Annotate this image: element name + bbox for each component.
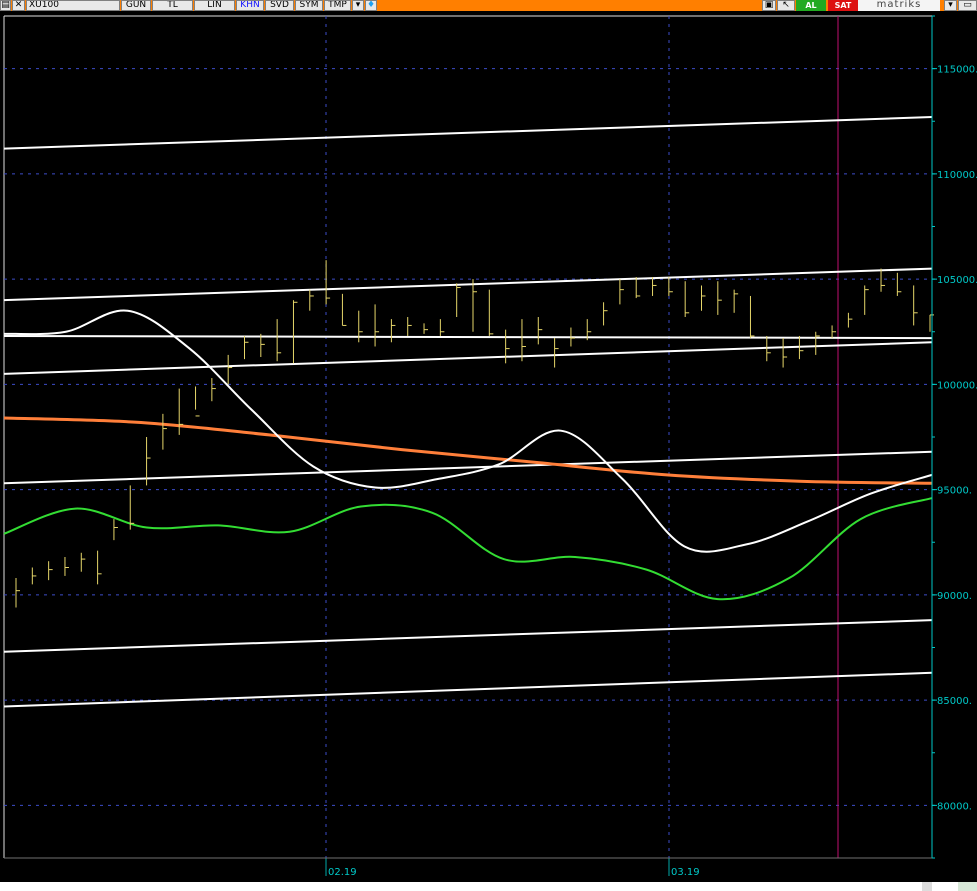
svd-button[interactable]: SVD: [265, 0, 294, 11]
y-tick-label: 90000.: [937, 591, 972, 602]
tmp-button[interactable]: TMP: [324, 0, 351, 11]
y-tick-label: 80000.: [937, 801, 972, 812]
khn-button[interactable]: KHN: [236, 0, 264, 11]
refresh-icon[interactable]: [958, 882, 977, 891]
y-tick-label: 105000.: [937, 275, 977, 286]
x-tick-label: 02.19: [328, 867, 357, 878]
price-chart[interactable]: 115000. 110000. 105000. 100000. 95000. 90000.…: [0, 11, 977, 882]
maximize-icon[interactable]: ▭: [958, 0, 977, 11]
x-tick-label: 03.19: [671, 867, 700, 878]
sym-button[interactable]: SYM: [295, 0, 323, 11]
y-tick-label: 115000.: [937, 65, 977, 76]
brand-logo: matriks: [858, 0, 940, 11]
menu-icon[interactable]: ▤: [0, 0, 11, 11]
currency-button[interactable]: TL: [152, 0, 193, 11]
cursor-icon[interactable]: ↖: [777, 0, 795, 11]
y-tick-label: 100000.: [937, 380, 977, 391]
toolbar: ▤ ✕ XU100 GUN TL LIN KHN SVD SYM TMP ▾ ♦…: [0, 0, 977, 11]
close-icon[interactable]: ✕: [12, 0, 25, 11]
y-tick-label: 85000.: [937, 696, 972, 707]
dropdown-icon[interactable]: ▾: [352, 0, 364, 11]
restore-icon[interactable]: ▾: [944, 0, 957, 11]
scroll-handle-icon[interactable]: [922, 882, 932, 891]
scale-button[interactable]: LIN: [194, 0, 235, 11]
y-tick-label: 110000.: [937, 170, 977, 181]
sell-button[interactable]: SAT: [828, 0, 858, 11]
y-tick-label: 95000.: [937, 486, 972, 497]
symbol-field[interactable]: XU100: [26, 0, 120, 11]
period-button[interactable]: GUN: [121, 0, 151, 11]
save-icon[interactable]: ▣: [762, 0, 776, 11]
twitter-icon[interactable]: ♦: [365, 0, 377, 11]
buy-button[interactable]: AL: [796, 0, 826, 11]
status-bar: [0, 882, 977, 891]
